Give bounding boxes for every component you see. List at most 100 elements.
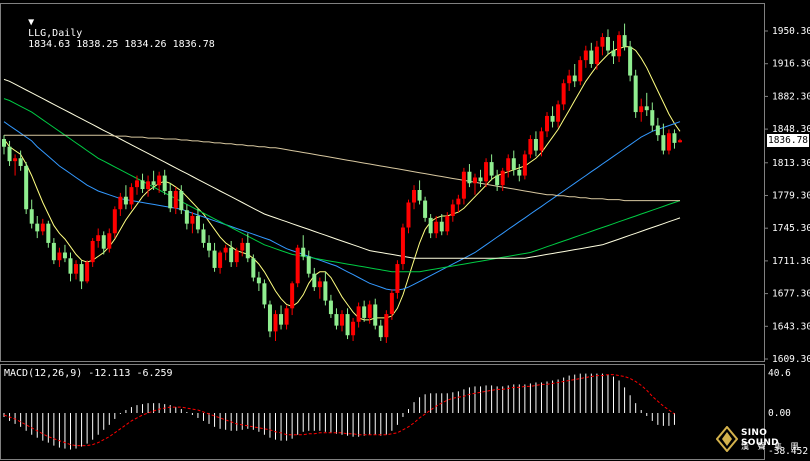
price-tick-label: 1779.30 bbox=[772, 190, 810, 201]
candle-body bbox=[456, 198, 461, 205]
candle-body bbox=[201, 229, 206, 243]
candle-body bbox=[423, 200, 428, 218]
candle-body bbox=[112, 209, 117, 234]
candle-body bbox=[179, 190, 184, 211]
candle-body bbox=[605, 37, 610, 51]
candle-body bbox=[500, 170, 505, 186]
candle-body bbox=[400, 227, 405, 265]
candle-body bbox=[489, 162, 494, 176]
macd-tick-label: 40.6 bbox=[768, 368, 791, 379]
candle-body bbox=[362, 306, 367, 318]
candle-body bbox=[345, 314, 350, 336]
candle-body bbox=[251, 258, 256, 278]
candle-body bbox=[611, 50, 616, 57]
candle-body bbox=[395, 264, 400, 293]
candle-body bbox=[672, 133, 677, 143]
price-tick-label: 1711.30 bbox=[772, 256, 810, 267]
candle-body bbox=[384, 314, 389, 338]
candle-body bbox=[628, 46, 633, 76]
candle-body bbox=[312, 273, 317, 288]
candle-body bbox=[533, 139, 538, 151]
price-tick-label: 1882.30 bbox=[772, 91, 810, 102]
candle-body bbox=[68, 258, 73, 274]
candle-body bbox=[184, 210, 189, 224]
price-tick-label: 1950.30 bbox=[772, 26, 810, 37]
candle-body bbox=[484, 162, 489, 182]
candle-body bbox=[633, 75, 638, 113]
candle-body bbox=[24, 165, 29, 210]
candle-body bbox=[517, 169, 522, 176]
candle-body bbox=[506, 158, 511, 171]
candle-body bbox=[151, 181, 156, 186]
candle-body bbox=[511, 158, 516, 170]
chart-header: ▼ LLG,Daily 1834.63 1838.25 1834.26 1836… bbox=[4, 6, 215, 61]
candle-body bbox=[279, 314, 284, 325]
candle-body bbox=[644, 106, 649, 111]
candle-body bbox=[245, 242, 250, 259]
candle-body bbox=[334, 314, 339, 326]
candle-body bbox=[218, 252, 223, 268]
candle-body bbox=[412, 189, 417, 203]
candle-body bbox=[539, 131, 544, 151]
ma-line-ma_slow bbox=[3, 78, 681, 259]
candle-body bbox=[561, 83, 566, 105]
candle-body bbox=[478, 177, 483, 182]
candle-body bbox=[51, 242, 56, 261]
candle-body bbox=[168, 190, 173, 209]
candle-body bbox=[262, 283, 267, 305]
candle-body bbox=[340, 314, 344, 326]
candle-body bbox=[62, 252, 67, 259]
price-chart-canvas[interactable]: 1950.301916.301882.301848.301813.301779.… bbox=[0, 0, 810, 461]
candle-body bbox=[650, 110, 655, 126]
candle-body bbox=[173, 190, 178, 209]
candle-body bbox=[101, 235, 106, 249]
candle-body bbox=[146, 181, 151, 190]
macd-tick-label: 0.00 bbox=[768, 408, 791, 419]
price-tick-label: 1643.30 bbox=[772, 321, 810, 332]
candle-body bbox=[90, 240, 95, 263]
ma-line-ma_fast bbox=[3, 46, 681, 321]
candle-body bbox=[140, 180, 145, 190]
candle-body bbox=[223, 247, 228, 253]
candle-body bbox=[328, 300, 333, 315]
candle-body bbox=[389, 292, 394, 315]
candle-body bbox=[528, 139, 533, 155]
candle-body bbox=[317, 281, 322, 288]
macd-label: MACD(12,26,9) -12.113 -6.259 bbox=[4, 368, 173, 379]
candle-body bbox=[351, 321, 356, 336]
candle-body bbox=[107, 233, 112, 249]
candle-body bbox=[134, 180, 139, 188]
candle-body bbox=[406, 202, 411, 228]
candle-body bbox=[600, 37, 605, 47]
candle-body bbox=[434, 221, 439, 234]
candle-body bbox=[40, 223, 45, 232]
price-tick-label: 1916.30 bbox=[772, 59, 810, 70]
candle-body bbox=[583, 50, 588, 61]
candle-body bbox=[195, 215, 200, 230]
ma-line-ma_long bbox=[4, 134, 680, 202]
candle-body bbox=[378, 325, 383, 338]
logo-emblem-icon bbox=[716, 426, 738, 452]
candle-body bbox=[2, 139, 6, 147]
candle-body bbox=[567, 75, 572, 84]
collapse-triangle-icon[interactable]: ▼ bbox=[28, 17, 34, 28]
candle-body bbox=[589, 50, 594, 64]
candle-body bbox=[495, 175, 500, 186]
candle-body bbox=[79, 264, 84, 282]
candle-body bbox=[57, 252, 62, 261]
candle-body bbox=[13, 158, 18, 162]
candle-body bbox=[190, 215, 195, 224]
chart-window[interactable]: 1950.30 1916.30 1882.30 1848.30 1813.30 1779.… bbox=[0, 0, 810, 461]
candle-body bbox=[35, 223, 40, 232]
candle-body bbox=[123, 196, 128, 205]
candle-body bbox=[545, 115, 550, 132]
moving-averages bbox=[3, 46, 681, 321]
candle-body bbox=[46, 223, 51, 243]
candle-body bbox=[157, 175, 162, 186]
candle-body bbox=[678, 140, 682, 143]
candle-body bbox=[428, 217, 433, 234]
candle-body bbox=[666, 133, 671, 151]
candle-body bbox=[467, 171, 472, 184]
candle-body bbox=[162, 175, 167, 191]
macd-signal-line bbox=[3, 374, 675, 447]
